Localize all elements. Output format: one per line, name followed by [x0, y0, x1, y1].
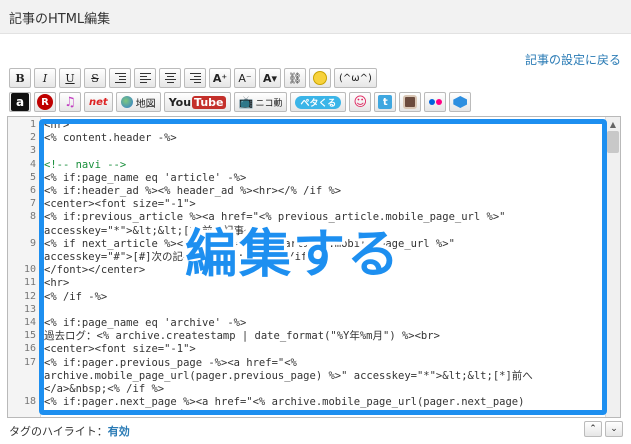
line-number: 14 [23, 317, 36, 328]
strike-button[interactable]: S [84, 68, 106, 88]
format-toolbar: B I U S A⁺ A⁻ A▾ ⛓ (^ω^) [9, 68, 377, 90]
line-number-gutter: 1 2 3 4 5 6 7 8 9 10 11 12 13 14 15 16 17 18 [8, 117, 41, 417]
status-value[interactable]: 有効 [108, 425, 130, 438]
face-icon: ☺ [353, 94, 368, 110]
service-toolbar: a R ♫ net 地図 You Tube 📺 ニコ動 ペタくる ☺ t [9, 92, 472, 114]
rakuten-button[interactable]: R [34, 92, 56, 112]
line-number: 13 [23, 303, 36, 315]
tag-highlight-status: タグのハイライト：有効 [9, 423, 130, 439]
align-center-icon [164, 73, 176, 83]
back-to-settings-link[interactable]: 記事の設定に戻る [525, 51, 621, 68]
line-number: 17 [23, 356, 36, 368]
align-left-button[interactable] [134, 68, 156, 88]
flickr-button[interactable] [424, 92, 447, 112]
font-color-button[interactable]: A▾ [259, 68, 281, 88]
line-number: 6 [29, 185, 36, 196]
status-label: タグのハイライト： [9, 425, 108, 438]
chevron-up-icon: ⌃ [589, 424, 597, 434]
amazon-button[interactable]: a [9, 92, 31, 112]
code-line: <% if:header_ad %><% header_ad %><hr></%… [44, 185, 342, 198]
code-line: <hr> [44, 119, 70, 131]
resize-buttons: ⌃ ⌄ [584, 421, 623, 437]
amazon-icon: a [11, 93, 29, 111]
youtube-button[interactable]: You Tube [163, 92, 231, 112]
indent-icon [114, 73, 126, 83]
music-note-icon: ♫ [64, 94, 76, 110]
rakuten-icon: R [37, 94, 53, 110]
underline-button[interactable]: U [59, 68, 81, 88]
line-number: 4 [29, 158, 36, 170]
align-center-button[interactable] [159, 68, 181, 88]
code-line: <!-- navi --> [44, 158, 127, 171]
twitter-button[interactable]: t [374, 92, 397, 112]
page-title: 記事のHTML編集 [9, 12, 111, 27]
petasuru-button[interactable]: ペタくる [290, 92, 347, 112]
align-right-button[interactable] [184, 68, 206, 88]
code-line: %>" accesskey="#">[#]次へ&gt;&gt;</a><% /i… [44, 409, 604, 415]
indent-button[interactable] [109, 68, 131, 88]
bold-button[interactable]: B [9, 68, 31, 88]
code-line: <% if:pager.next_page %><a href="<% arch… [44, 396, 525, 409]
chevron-down-icon: ⌄ [610, 424, 618, 434]
align-right-icon [189, 73, 201, 83]
edit-caption: 編集する [185, 225, 402, 285]
scroll-up-icon[interactable]: ▲ [606, 117, 620, 131]
collapse-button[interactable]: ⌃ [584, 421, 602, 437]
link-icon: ⛓ [288, 71, 302, 85]
line-number: 16 [23, 343, 36, 355]
line-number: 1 [29, 119, 36, 130]
dropbox-icon [453, 96, 468, 108]
net-button[interactable]: net [84, 92, 113, 112]
dropbox-button[interactable] [449, 92, 472, 112]
line-number: 9 [29, 237, 36, 249]
code-line: <center><font size="-1"> [44, 343, 196, 356]
flickr-icon [428, 99, 442, 105]
code-line: </a>&nbsp;<% /if %> [44, 383, 165, 396]
code-line: <% content.header -%> [44, 132, 177, 145]
code-line: archive.mobile_page_url(pager.previous_p… [44, 369, 533, 382]
kaomoji-button[interactable]: (^ω^) [334, 68, 377, 88]
instagram-button[interactable] [399, 92, 422, 112]
code-line: <% if:page_name eq 'article' -%> [44, 171, 247, 184]
scroll-thumb[interactable] [607, 131, 619, 153]
line-number: 10 [23, 264, 36, 276]
line-number: 3 [29, 145, 36, 157]
line-number: 12 [23, 290, 36, 302]
line-number: 2 [29, 132, 36, 144]
globe-icon [120, 96, 133, 108]
map-button[interactable]: 地図 [115, 92, 161, 112]
code-line: <% if:pager.previous_page -%><a href="<% [44, 356, 297, 369]
expand-button[interactable]: ⌄ [605, 421, 623, 437]
align-left-icon [139, 73, 151, 83]
face-button[interactable]: ☺ [349, 92, 372, 112]
niconico-button[interactable]: 📺 ニコ動 [233, 92, 288, 112]
code-line: <% /if -%> [44, 290, 108, 303]
font-smaller-button[interactable]: A⁻ [234, 68, 256, 88]
net-icon: net [89, 96, 108, 108]
italic-button[interactable]: I [34, 68, 56, 88]
music-button[interactable]: ♫ [59, 92, 81, 112]
twitter-icon: t [378, 95, 393, 109]
title-bar: 記事のHTML編集 [0, 0, 631, 34]
code-line: <center><font size="-1"> [44, 198, 196, 211]
line-number: 18 [23, 396, 36, 408]
line-number: 5 [29, 171, 36, 183]
font-larger-button[interactable]: A⁺ [209, 68, 231, 88]
line-number: 8 [29, 211, 36, 223]
line-number: 7 [29, 198, 36, 210]
tv-icon: 📺 [238, 95, 254, 109]
emoji-button[interactable] [309, 68, 331, 88]
link-button[interactable]: ⛓ [284, 68, 306, 88]
code-line: 過去ログ：<% archive.createstamp | date_forma… [44, 330, 440, 343]
instagram-icon [403, 95, 418, 109]
editor-scrollbar[interactable]: ▲ [605, 117, 620, 417]
code-line: <% if:page_name eq 'archive' -%> [44, 317, 247, 330]
smiley-icon [313, 71, 327, 85]
line-number: 11 [23, 277, 36, 289]
line-number: 15 [23, 330, 36, 342]
